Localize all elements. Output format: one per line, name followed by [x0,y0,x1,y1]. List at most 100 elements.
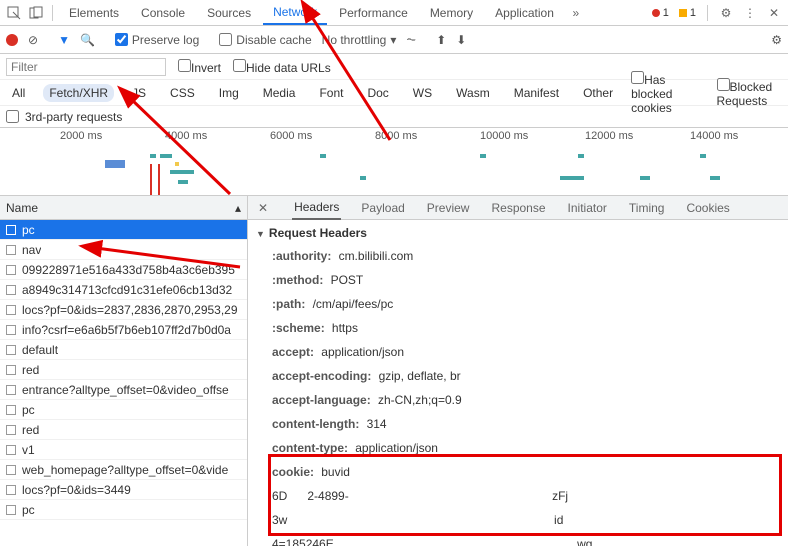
preserve-log-label: Preserve log [132,33,199,47]
request-row[interactable]: red [0,420,247,440]
sort-icon[interactable]: ▴ [235,201,241,215]
more-tabs-icon[interactable]: » [566,3,586,23]
request-row[interactable]: 099228971e516a433d758b4a3c6eb395 [0,260,247,280]
warnings-count: 1 [690,7,696,19]
tab-memory[interactable]: Memory [420,2,483,24]
close-detail-icon[interactable]: ✕ [252,201,274,215]
invert-label: Invert [191,61,221,75]
header-kv: accept: application/json [248,340,788,364]
chip-all[interactable]: All [6,84,31,102]
invert-checkbox[interactable] [178,59,191,72]
warnings-badge[interactable]: 1 [676,6,699,20]
request-row[interactable]: entrance?alltype_offset=0&video_offse [0,380,247,400]
request-headers-section[interactable]: Request Headers [248,220,788,244]
header-kv: accept-encoding: gzip, deflate, br [248,364,788,388]
request-row[interactable]: nav [0,240,247,260]
chip-media[interactable]: Media [257,84,302,102]
tab-performance[interactable]: Performance [329,2,418,24]
cookie-line-3: 4=185246E wg [248,532,788,546]
header-kv: :method: POST [248,268,788,292]
cookie-line-2: 3w id [248,508,788,532]
name-column-header[interactable]: Name [6,201,38,215]
header-kv: content-type: application/json [248,436,788,460]
request-row[interactable]: a8949c314713cfcd91c31efe06cb13d32 [0,280,247,300]
inspect-icon[interactable] [4,3,24,23]
header-kv: accept-language: zh-CN,zh;q=0.9 [248,388,788,412]
chip-js[interactable]: JS [126,84,152,102]
hide-dataurls-label: Hide data URLs [246,61,331,75]
request-row[interactable]: v1 [0,440,247,460]
clear-icon[interactable]: ⊘ [28,33,38,47]
timeline-overview[interactable]: 2000 ms 4000 ms 6000 ms 8000 ms 10000 ms… [0,128,788,196]
request-row[interactable]: locs?pf=0&ids=2837,2836,2870,2953,29 [0,300,247,320]
device-icon[interactable] [26,3,46,23]
chip-css[interactable]: CSS [164,84,201,102]
disable-cache-label: Disable cache [236,33,311,47]
settings-icon[interactable]: ⚙ [771,33,782,47]
request-row[interactable]: info?csrf=e6a6b5f7b6eb107ff2d7b0d0a [0,320,247,340]
tick-6000: 6000 ms [270,130,312,142]
chip-other[interactable]: Other [577,84,619,102]
detail-tab-cookies[interactable]: Cookies [684,197,731,219]
hide-dataurls-checkbox[interactable] [233,59,246,72]
header-kv: cookie: buvid [248,460,788,484]
search-icon[interactable]: 🔍 [80,33,95,47]
tab-application[interactable]: Application [485,2,564,24]
detail-tab-payload[interactable]: Payload [359,197,406,219]
blocked-cookies-checkbox[interactable] [631,71,644,84]
request-row[interactable]: pc [0,220,247,240]
tick-8000: 8000 ms [375,130,417,142]
request-list[interactable]: pcnav099228971e516a433d758b4a3c6eb395a89… [0,220,247,546]
tab-console[interactable]: Console [131,2,195,24]
header-kv: :scheme: https [248,316,788,340]
detail-tab-response[interactable]: Response [489,197,547,219]
chip-img[interactable]: Img [213,84,245,102]
third-party-label: 3rd-party requests [25,110,122,124]
errors-badge[interactable]: 1 [649,6,672,20]
wifi-icon[interactable]: ⏦ [406,32,416,47]
detail-tab-initiator[interactable]: Initiator [566,197,609,219]
close-icon[interactable]: ✕ [764,3,784,23]
chip-manifest[interactable]: Manifest [508,84,565,102]
tick-14000: 14000 ms [690,130,738,142]
cookie-line-1: 6D 2-4899- zFj [248,484,788,508]
chip-font[interactable]: Font [313,84,349,102]
header-kv: :path: /cm/api/fees/pc [248,292,788,316]
tab-elements[interactable]: Elements [59,2,129,24]
request-row[interactable]: red [0,360,247,380]
tab-sources[interactable]: Sources [197,2,261,24]
chip-doc[interactable]: Doc [361,84,394,102]
request-row[interactable]: locs?pf=0&ids=3449 [0,480,247,500]
detail-tab-timing[interactable]: Timing [627,197,667,219]
chip-ws[interactable]: WS [407,84,438,102]
record-icon[interactable] [6,34,18,46]
header-kv: :authority: cm.bilibili.com [248,244,788,268]
request-row[interactable]: pc [0,500,247,520]
tick-4000: 4000 ms [165,130,207,142]
tab-network[interactable]: Network [263,1,327,25]
preserve-log-checkbox[interactable] [115,33,128,46]
chip-fetch-xhr[interactable]: Fetch/XHR [43,84,114,102]
blocked-requests-checkbox[interactable] [717,78,730,91]
tick-2000: 2000 ms [60,130,102,142]
request-row[interactable]: pc [0,400,247,420]
request-row[interactable]: web_homepage?alltype_offset=0&vide [0,460,247,480]
request-row[interactable]: default [0,340,247,360]
detail-tab-preview[interactable]: Preview [425,197,472,219]
chevron-down-icon[interactable]: ▾ [390,33,396,47]
tick-12000: 12000 ms [585,130,633,142]
header-kv: content-length: 314 [248,412,788,436]
throttle-label[interactable]: No throttling [322,33,387,47]
upload-icon[interactable]: ⬆ [436,33,446,47]
errors-count: 1 [663,7,669,19]
chip-wasm[interactable]: Wasm [450,84,496,102]
kebab-icon[interactable]: ⋮ [740,3,760,23]
filter-icon[interactable]: ▼ [58,33,70,47]
gear-icon[interactable]: ⚙ [716,3,736,23]
filter-input[interactable] [6,58,166,76]
third-party-checkbox[interactable] [6,110,19,123]
detail-tab-headers[interactable]: Headers [292,196,341,220]
download-icon[interactable]: ⬇ [456,33,466,47]
disable-cache-checkbox[interactable] [219,33,232,46]
tick-10000: 10000 ms [480,130,528,142]
